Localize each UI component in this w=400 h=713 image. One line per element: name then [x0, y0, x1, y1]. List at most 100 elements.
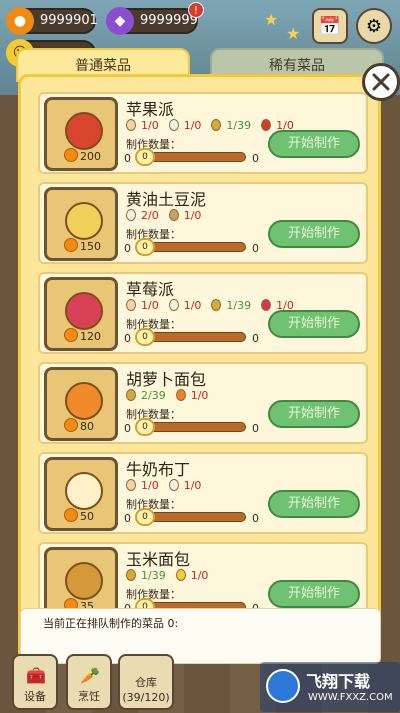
quantity-slider-knob[interactable]: 0: [135, 418, 155, 436]
quantity-slider[interactable]: 0: [135, 508, 246, 526]
equipment-button[interactable]: 🧰 设备: [12, 654, 58, 710]
quantity-label: 制作数量：: [126, 138, 181, 151]
start-making-button[interactable]: 开始制作: [268, 400, 360, 428]
ingredient-count: 1/0: [190, 388, 209, 402]
dish-image: [65, 112, 103, 150]
ingredient-count: 2/0: [141, 208, 159, 222]
start-making-button[interactable]: 开始制作: [268, 310, 360, 338]
ingredient-list: 1/0 1/0 1/39 1/0: [126, 116, 294, 134]
quantity-slider[interactable]: 0: [135, 148, 246, 166]
corn-icon: [175, 569, 186, 581]
quantity-slider[interactable]: 0: [135, 418, 246, 436]
start-making-button[interactable]: 开始制作: [268, 220, 360, 248]
cooking-icon: 🥕: [80, 666, 100, 685]
cooking-label: 烹饪: [78, 690, 100, 703]
ingredient-item: 1/0: [126, 296, 159, 314]
quantity-min: 0: [124, 422, 131, 435]
quantity-max: 0: [252, 332, 259, 345]
dish-thumbnail: 50: [44, 457, 118, 531]
gem-counter: ◆ 9999999 !: [106, 2, 204, 35]
star-decoration: ★: [264, 10, 279, 29]
quantity-max: 0: [252, 422, 259, 435]
ingredient-item: 1/0: [175, 386, 209, 404]
ingredient-item: 1/0: [168, 296, 202, 314]
quantity-slider[interactable]: 0: [135, 238, 246, 256]
dish-image: [65, 202, 103, 240]
ingredient-item: 1/0: [126, 476, 159, 494]
wheat-icon: [126, 569, 136, 581]
dish-price: 200: [80, 150, 101, 163]
warehouse-label: 仓库: [135, 676, 157, 689]
quantity-max: 0: [252, 242, 259, 255]
ingredient-count: 1/0: [183, 298, 202, 312]
quantity-slider[interactable]: 0: [135, 328, 246, 346]
dish-image: [65, 562, 103, 600]
quantity-max: 0: [252, 512, 259, 525]
gem-alert-badge[interactable]: !: [188, 2, 204, 18]
site-watermark: 飞翔下载 WWW.FXXZ.COM: [260, 662, 400, 712]
ingredient-item: 1/0: [168, 116, 201, 134]
warehouse-button[interactable]: 仓库 (39/120): [118, 654, 174, 710]
dish-price: 150: [80, 240, 101, 253]
quantity-label: 制作数量：: [126, 318, 181, 331]
dish-price: 50: [80, 510, 94, 523]
dish-image: [65, 472, 103, 510]
start-making-button[interactable]: 开始制作: [268, 580, 360, 608]
dish-thumbnail: 120: [44, 277, 118, 351]
quantity-min: 0: [124, 512, 131, 525]
coin-counter: ● 9999901: [6, 7, 98, 35]
quantity-slider-knob[interactable]: 0: [135, 328, 155, 346]
quantity-slider-knob[interactable]: 0: [135, 238, 155, 256]
start-making-button[interactable]: 开始制作: [268, 130, 360, 158]
coin-icon: [64, 508, 78, 522]
ingredient-list: 1/0 1/0: [126, 476, 201, 494]
gem-icon: ◆: [106, 7, 134, 35]
quantity-label: 制作数量：: [126, 588, 181, 601]
potato-icon: [168, 209, 179, 221]
ingredient-item: 1/0: [126, 116, 159, 134]
ingredient-count: 1/39: [141, 568, 166, 582]
egg-icon: [126, 299, 136, 311]
ingredient-item: 2/0: [126, 206, 159, 224]
dish-image: [65, 292, 103, 330]
ingredient-list: 1/39 1/0: [126, 566, 208, 584]
watermark-logo-icon: [266, 669, 300, 703]
wheat-icon: [211, 119, 222, 131]
watermark-url: WWW.FXXZ.COM: [308, 692, 393, 703]
quantity-slider-knob[interactable]: 0: [135, 148, 155, 166]
star-decoration: ★: [286, 24, 301, 43]
ingredient-item: 1/0: [168, 206, 202, 224]
ingredient-list: 1/0 1/0 1/39 1/0: [126, 296, 294, 314]
dish-price: 80: [80, 420, 94, 433]
quantity-min: 0: [124, 242, 131, 255]
cooking-button[interactable]: 🥕 烹饪: [66, 654, 112, 710]
ingredient-count: 1/0: [183, 478, 202, 492]
ingredient-item: 2/39: [126, 386, 166, 404]
quantity-slider-knob[interactable]: 0: [135, 508, 155, 526]
ingredient-count: 1/39: [226, 298, 252, 312]
equipment-icon: 🧰: [26, 666, 46, 685]
egg-icon: [126, 479, 136, 491]
calendar-button[interactable]: 📅: [312, 8, 348, 44]
quantity-label: 制作数量：: [126, 228, 181, 241]
coin-icon: [64, 418, 78, 432]
settings-button[interactable]: ⚙: [356, 8, 392, 44]
dish-price: 120: [80, 330, 101, 343]
ingredient-count: 1/0: [183, 208, 202, 222]
recipe-card: 50 牛奶布丁 1/0 1/0 制作数量： 0 0 0 开始制作: [38, 452, 368, 534]
start-making-button[interactable]: 开始制作: [268, 490, 360, 518]
coin-icon: [64, 238, 78, 252]
quantity-label: 制作数量：: [126, 498, 181, 511]
ingredient-count: 1/0: [190, 568, 209, 582]
ingredient-count: 2/39: [141, 388, 166, 402]
ingredient-list: 2/39 1/0: [126, 386, 208, 404]
milk-bottle-icon: [168, 119, 179, 131]
coin-icon: [64, 328, 78, 342]
quantity-min: 0: [124, 152, 131, 165]
ingredient-item: 1/0: [175, 566, 209, 584]
dish-thumbnail: 150: [44, 187, 118, 261]
recipe-card: 80 胡萝卜面包 2/39 1/0 制作数量： 0 0 0 开始制作: [38, 362, 368, 444]
ingredient-item: 1/0: [168, 476, 202, 494]
recipe-card: 150 黄油土豆泥 2/0 1/0 制作数量： 0 0 0 开始制作: [38, 182, 368, 264]
warehouse-count: (39/120): [122, 691, 170, 704]
